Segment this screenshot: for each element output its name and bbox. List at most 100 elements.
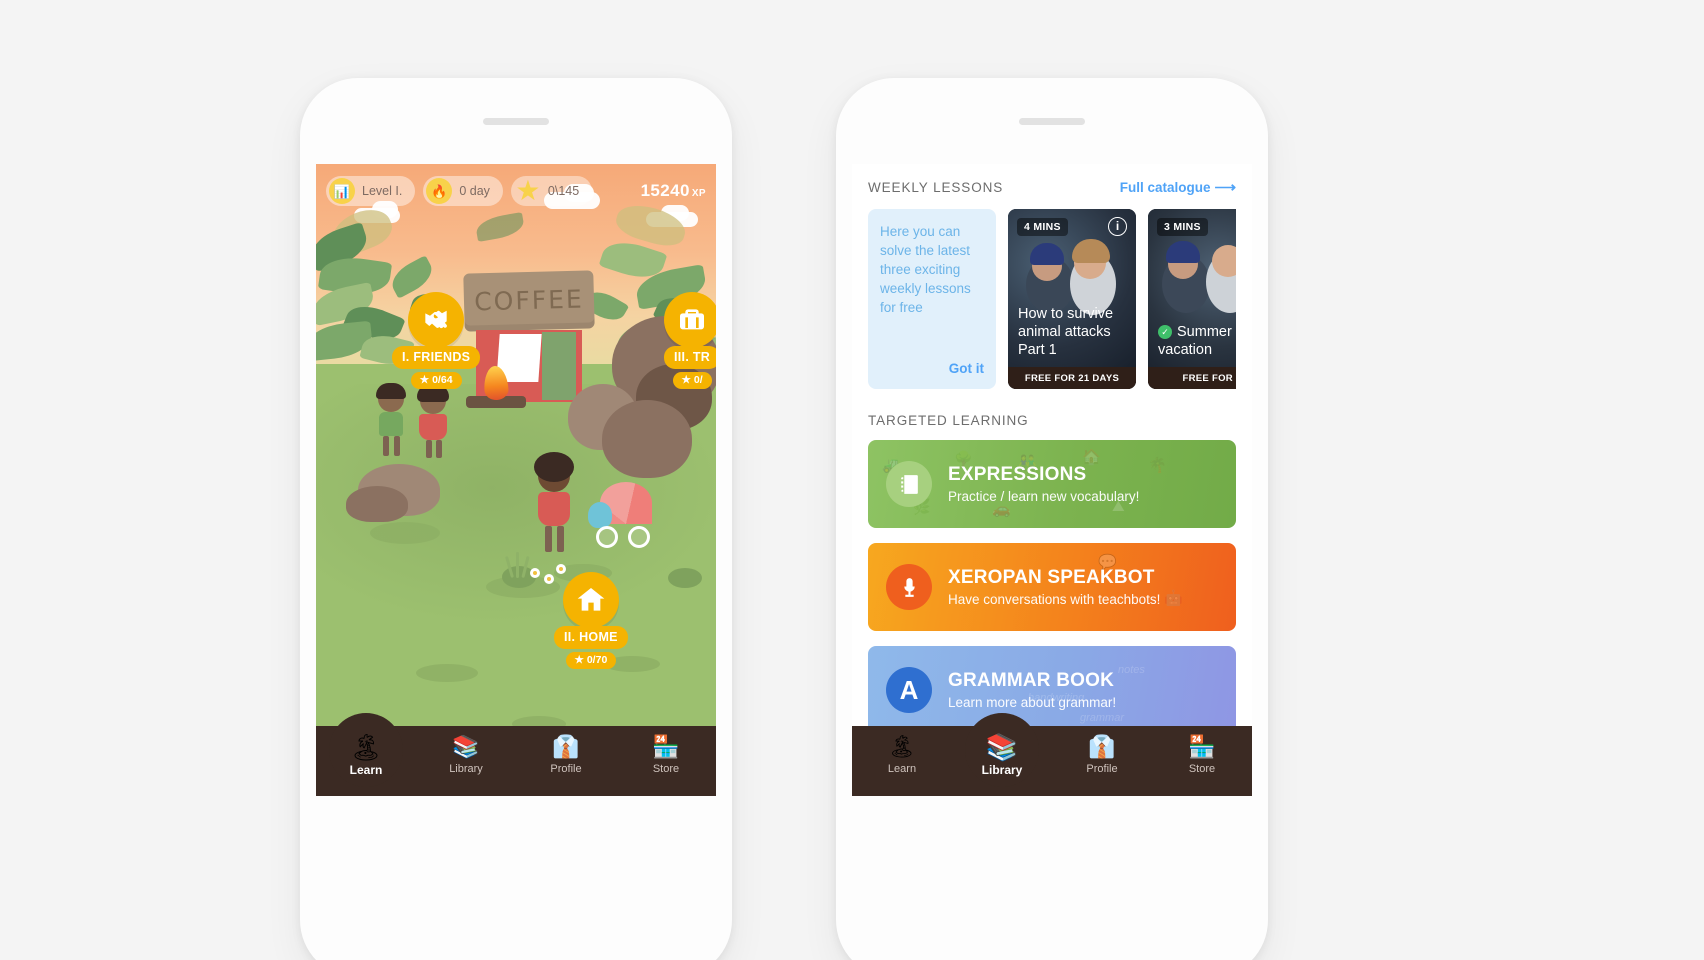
- nav-item-store[interactable]: 🏪 Store: [1152, 735, 1252, 776]
- person-icon: 👔: [552, 734, 580, 759]
- xp-unit: XP: [691, 188, 706, 199]
- game-map[interactable]: COFFEE I. FRIENDS ★ 0/64 III. TR ★ 0/ II…: [316, 164, 716, 796]
- streak-label: 0 day: [459, 184, 490, 198]
- lesson-thumbnail: [1008, 209, 1136, 389]
- bar-chart-icon: 📊: [329, 178, 355, 204]
- nav-item-library[interactable]: 📚 Library: [952, 713, 1052, 787]
- level-pill[interactable]: 📊 Level I.: [326, 176, 416, 206]
- weekly-info-card[interactable]: Here you can solve the latest three exci…: [868, 209, 996, 389]
- handshake-icon: [408, 292, 465, 348]
- books-icon: 📚: [452, 734, 480, 759]
- lesson-free-badge: FREE FOR 21 DAYS: [1008, 367, 1136, 389]
- phone-speaker: [1019, 118, 1085, 125]
- bottom-nav-left: 🏝 Learn 📚 Library 👔 Profile 🏪 Store: [316, 713, 716, 796]
- xp-value: 15240: [640, 181, 690, 200]
- weekly-lessons-carousel[interactable]: Here you can solve the latest three exci…: [868, 209, 1236, 389]
- level-label: Level I.: [362, 184, 403, 198]
- lesson-card-summer-vacation[interactable]: 3 MINS ✓ Summer vacation FREE FOR 1: [1148, 209, 1236, 389]
- targeted-learning-title: TARGETED LEARNING: [868, 413, 1029, 428]
- letter-a-icon: A: [886, 667, 932, 713]
- full-catalogue-label: Full catalogue: [1119, 180, 1211, 195]
- game-hud: 📊 Level I. 🔥 0 day ★ 0\145 15240 XP: [316, 164, 716, 218]
- suitcase-icon: [664, 292, 716, 348]
- map-node-stars: ★ 0/64: [410, 372, 462, 389]
- bottom-nav-right: 🏝 Learn 📚 Library 👔 Profile 🏪 Store: [852, 713, 1252, 796]
- card-title: GRAMMAR BOOK: [948, 670, 1114, 691]
- nav-label: Profile: [550, 763, 582, 775]
- lesson-thumbnail: [1148, 209, 1236, 389]
- lesson-duration: 3 MINS: [1157, 218, 1208, 236]
- card-text: XEROPAN SPEAKBOT Have conversations with…: [948, 567, 1160, 607]
- notebook-icon: [886, 461, 932, 507]
- stars-pill[interactable]: ★ 0\145: [510, 175, 593, 206]
- person-icon: 👔: [1088, 734, 1116, 759]
- character-afro: [532, 452, 578, 552]
- map-node-friends[interactable]: I. FRIENDS ★ 0/64: [392, 292, 481, 389]
- island-icon: 🏝: [349, 732, 383, 762]
- lesson-title: ✓ Summer vacation: [1158, 323, 1236, 359]
- targeted-card-speakbot[interactable]: 💬 🤖 XEROPAN SPEAKBOT Have conversations w…: [868, 543, 1236, 631]
- xp-counter: 15240 XP: [641, 181, 706, 201]
- coffee-sign-text: COFFEE: [473, 284, 585, 317]
- grass: [516, 552, 519, 578]
- check-circle-icon: ✓: [1158, 325, 1172, 339]
- books-icon: 📚: [985, 732, 1019, 762]
- map-node-stars: ★ 0/70: [565, 652, 617, 669]
- character-boy: [372, 383, 410, 456]
- bush: [668, 568, 702, 588]
- phone-speaker: [483, 118, 549, 125]
- library-content: WEEKLY LESSONS Full catalogue ⟶ Here you …: [852, 164, 1252, 796]
- map-node-travel[interactable]: III. TR ★ 0/: [664, 292, 716, 389]
- phone-right: WEEKLY LESSONS Full catalogue ⟶ Here you …: [836, 78, 1268, 960]
- map-node-label: III. TR: [664, 346, 716, 369]
- rock: [602, 400, 692, 478]
- targeted-card-expressions[interactable]: 🚜 🌳 👫 🏠 🌴 🌿 🚗 ⛰ EXPRESSIONS Practice / learn…: [868, 440, 1236, 528]
- arrow-right-icon: ⟶: [1214, 179, 1236, 196]
- nav-item-profile[interactable]: 👔 Profile: [1052, 734, 1152, 776]
- nav-label: Library: [981, 763, 1023, 777]
- nav-item-store[interactable]: 🏪 Store: [616, 734, 716, 776]
- weekly-info-text: Here you can solve the latest three exci…: [880, 224, 971, 315]
- house-icon: [562, 572, 619, 628]
- coffee-sign: COFFEE: [463, 270, 595, 332]
- info-icon[interactable]: i: [1108, 217, 1127, 236]
- card-title: EXPRESSIONS: [948, 464, 1087, 485]
- learn-screen: COFFEE I. FRIENDS ★ 0/64 III. TR ★ 0/ II…: [316, 164, 716, 796]
- nav-label: Store: [652, 763, 680, 775]
- baby-pram: [584, 482, 654, 548]
- lesson-free-badge: FREE FOR 1: [1148, 367, 1236, 389]
- letter-a-glyph: A: [899, 675, 919, 705]
- library-screen: WEEKLY LESSONS Full catalogue ⟶ Here you …: [852, 164, 1252, 796]
- card-text: GRAMMAR BOOK Learn more about grammar!: [948, 670, 1116, 710]
- nav-item-profile[interactable]: 👔 Profile: [516, 734, 616, 776]
- flower: [530, 568, 540, 578]
- nav-label: Profile: [1086, 763, 1118, 775]
- hut-side: [542, 332, 576, 400]
- nav-item-learn[interactable]: 🏝 Learn: [316, 713, 416, 787]
- nav-label: Learn: [887, 763, 917, 775]
- nav-label: Learn: [349, 763, 383, 777]
- nav-item-learn[interactable]: 🏝 Learn: [852, 734, 952, 776]
- character-girl: [414, 384, 452, 458]
- full-catalogue-link[interactable]: Full catalogue ⟶: [1120, 178, 1236, 196]
- nav-label: Store: [1188, 763, 1216, 775]
- card-subtitle: Practice / learn new vocabulary!: [948, 489, 1140, 504]
- got-it-button[interactable]: Got it: [880, 361, 984, 376]
- map-node-home[interactable]: II. HOME ★ 0/70: [554, 572, 628, 669]
- flame-icon: 🔥: [426, 178, 453, 204]
- phone-left: COFFEE I. FRIENDS ★ 0/64 III. TR ★ 0/ II…: [300, 78, 732, 960]
- island-icon: 🏝: [888, 734, 916, 759]
- nav-item-library[interactable]: 📚 Library: [416, 734, 516, 776]
- card-title: XEROPAN SPEAKBOT: [948, 567, 1155, 588]
- storefront-icon: 🏪: [652, 734, 680, 759]
- lesson-card-animal-attacks[interactable]: 4 MINS i How to survive animal attacks P…: [1008, 209, 1136, 389]
- star-icon: ★: [515, 175, 541, 206]
- microphone-icon: [886, 564, 932, 610]
- card-text: EXPRESSIONS Practice / learn new vocabul…: [948, 464, 1139, 504]
- rock: [346, 486, 408, 522]
- screenshot-stage: COFFEE I. FRIENDS ★ 0/64 III. TR ★ 0/ II…: [0, 0, 1704, 960]
- lesson-title: How to survive animal attacks Part 1: [1018, 306, 1114, 358]
- lesson-duration: 4 MINS: [1017, 218, 1068, 236]
- streak-pill[interactable]: 🔥 0 day: [423, 176, 503, 206]
- targeted-card-grammar[interactable]: handwriting notes grammar A GRAMMAR BOOK…: [868, 646, 1236, 734]
